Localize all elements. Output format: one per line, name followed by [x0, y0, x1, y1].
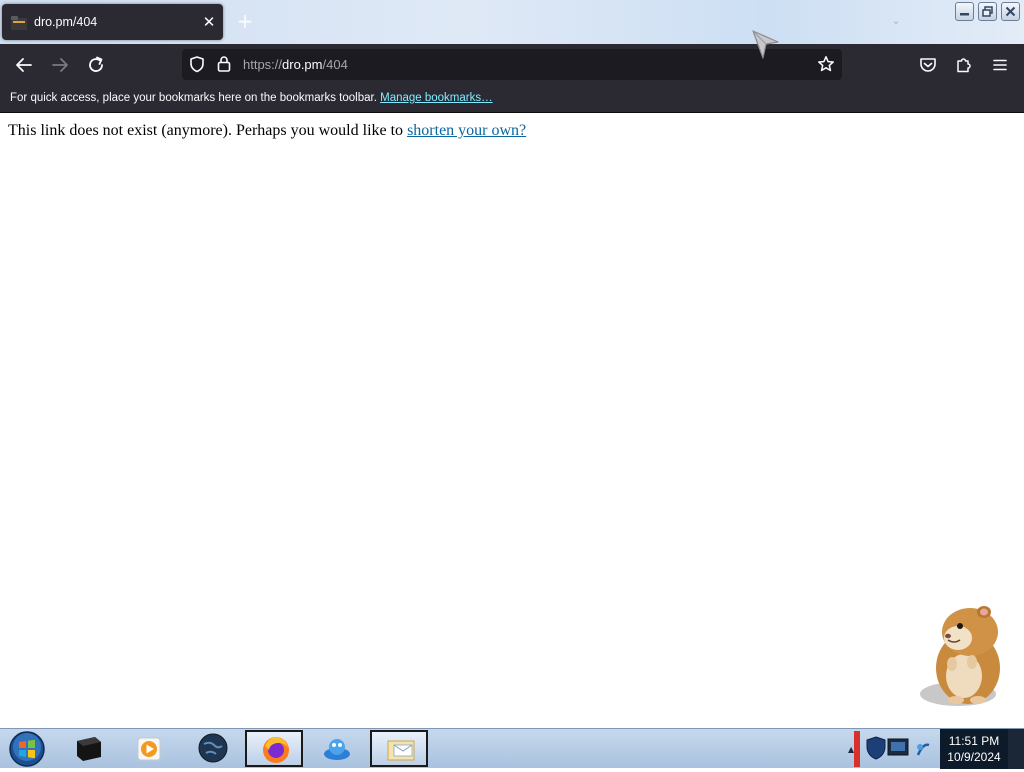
- terminal-icon[interactable]: [60, 730, 118, 767]
- close-tab-icon[interactable]: ✕: [199, 12, 219, 32]
- mouse-cursor-icon: [752, 30, 780, 64]
- firefox-icon[interactable]: [245, 730, 303, 767]
- lock-icon[interactable]: [216, 55, 232, 77]
- page-content: This link does not exist (anymore). Perh…: [8, 121, 526, 140]
- pocket-icon[interactable]: [916, 53, 940, 77]
- clock-time: 11:51 PM: [948, 734, 1000, 748]
- navigation-toolbar: https://dro.pm/404: [0, 44, 1024, 86]
- bookmarks-toolbar: For quick access, place your bookmarks h…: [0, 86, 1024, 113]
- bookmarks-hint-text: For quick access, place your bookmarks h…: [10, 92, 377, 104]
- mail-icon[interactable]: [370, 730, 428, 767]
- paint-icon[interactable]: [308, 730, 366, 767]
- not-found-message: This link does not exist (anymore). Perh…: [8, 122, 404, 139]
- hamburger-icon[interactable]: [988, 53, 1012, 77]
- list-all-tabs-icon[interactable]: ⌄: [886, 12, 906, 30]
- arrow-left-icon[interactable]: [12, 53, 36, 77]
- system-tray: ▲: [840, 729, 940, 769]
- arrow-right-icon[interactable]: [48, 53, 72, 77]
- sync-icon[interactable]: [914, 739, 932, 763]
- close-window-button[interactable]: [1001, 2, 1020, 21]
- taskbar: ▲ 11:51 PM 10/9/2024: [0, 728, 1024, 769]
- url-text[interactable]: https://dro.pm/404: [243, 56, 348, 73]
- url-host: dro.pm: [282, 57, 323, 72]
- manage-bookmarks-link[interactable]: Manage bookmarks…: [380, 92, 493, 104]
- restore-button[interactable]: [978, 2, 997, 21]
- url-path: /404: [322, 57, 348, 72]
- clock-date: 10/9/2024: [947, 750, 1001, 764]
- show-desktop-button[interactable]: [1008, 729, 1024, 769]
- bookmarks-hint: For quick access, place your bookmarks h…: [10, 92, 493, 104]
- security-shield-icon[interactable]: [864, 735, 888, 765]
- system-clock[interactable]: 11:51 PM 10/9/2024: [940, 729, 1008, 769]
- url-bar[interactable]: https://dro.pm/404: [182, 49, 842, 80]
- start-button[interactable]: [4, 730, 52, 768]
- network-icon[interactable]: [886, 737, 912, 763]
- title-bar: dro.pm/404 ✕ + ⌄: [0, 0, 1024, 44]
- hamster-mascot-icon: [918, 604, 1010, 712]
- puzzle-icon[interactable]: [952, 53, 976, 77]
- reload-icon[interactable]: [84, 53, 108, 77]
- minimize-button[interactable]: [955, 2, 974, 21]
- tab-active[interactable]: dro.pm/404 ✕: [2, 4, 223, 40]
- shorten-link[interactable]: shorten your own?: [407, 122, 526, 139]
- globe-icon[interactable]: [184, 730, 242, 767]
- media-player-icon[interactable]: [120, 730, 178, 767]
- star-icon[interactable]: [817, 55, 835, 77]
- shield-icon[interactable]: [188, 55, 206, 77]
- new-tab-button[interactable]: +: [234, 10, 256, 32]
- url-scheme: https://: [243, 57, 283, 72]
- tab-title: dro.pm/404: [34, 15, 98, 29]
- folder-icon: [11, 15, 27, 30]
- notification-indicator: [854, 731, 860, 767]
